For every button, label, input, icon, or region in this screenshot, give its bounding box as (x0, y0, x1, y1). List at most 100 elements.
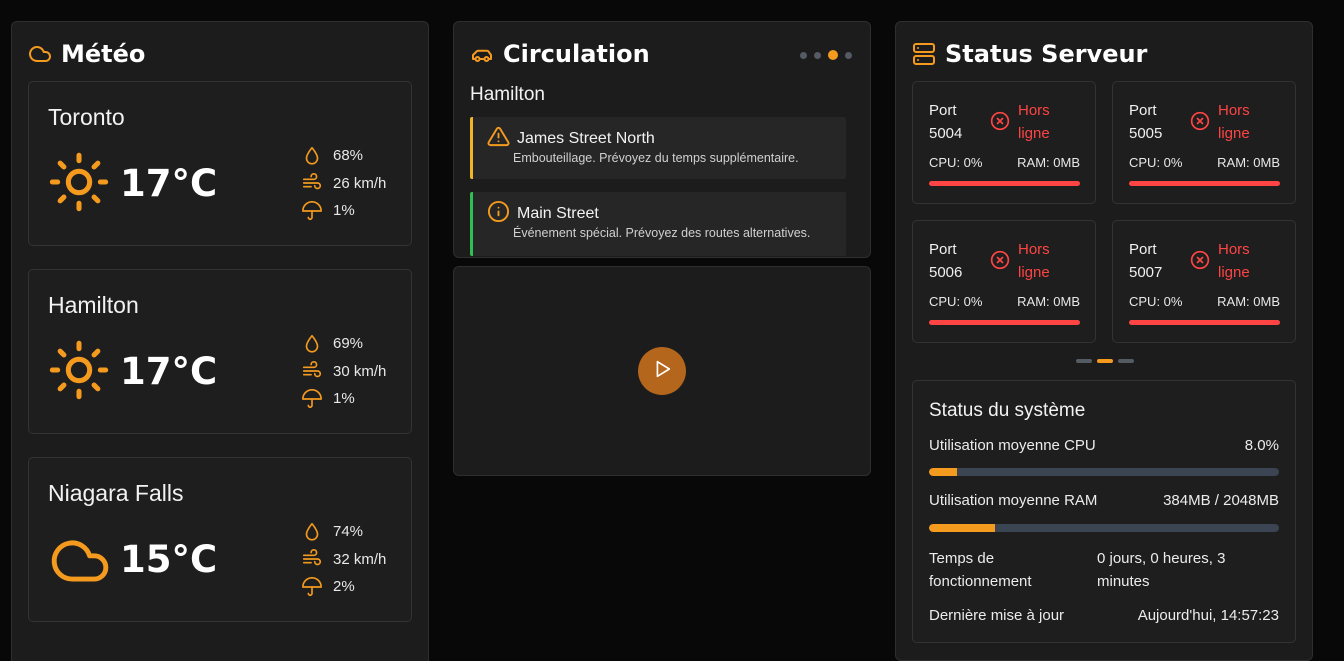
alert-description: Événement spécial. Prévoyez des routes a… (513, 226, 811, 240)
server-port: Port 5007 (1129, 238, 1179, 284)
server-card-5004[interactable]: Port 5004 Hors ligne CPU: 0% RAM: 0MB (912, 81, 1096, 204)
status-line-2: ligne (1018, 264, 1050, 281)
umbrella-icon (302, 388, 322, 408)
system-status-card: Status du système Utilisation moyenne CP… (912, 380, 1296, 643)
wind-stat: 32 km/h (301, 546, 386, 574)
precip-value: 2% (333, 578, 355, 596)
uptime-label-line-2: fonctionnement (929, 573, 1032, 590)
warning-icon (487, 125, 510, 153)
traffic-title: Circulation (470, 40, 650, 68)
wind-icon (302, 173, 322, 190)
humidity-value: 68% (333, 147, 364, 165)
wind-icon (302, 361, 322, 378)
ram-usage-label: Utilisation moyenne RAM (929, 492, 1098, 509)
server-card-5005[interactable]: Port 5005 Hors ligne CPU: 0% RAM: 0MB (1112, 81, 1296, 204)
last-update-value: Aujourd'hui, 14:57:23 (1137, 607, 1279, 624)
video-panel[interactable] (453, 266, 871, 476)
server-card-5006[interactable]: Port 5006 Hors ligne CPU: 0% RAM: 0MB (912, 220, 1096, 343)
weather-title-text: Météo (61, 40, 146, 68)
humidity-stat: 68% (301, 142, 386, 170)
cpu-usage-bar (929, 468, 1279, 476)
status-line-1: Hors (1018, 241, 1050, 258)
alert-title-text: James Street North (517, 130, 655, 147)
server-cpu: CPU: 0% (1129, 294, 1183, 309)
weather-title: Météo (28, 40, 145, 68)
sun-icon (47, 338, 111, 407)
alert-title: Main Street (487, 200, 599, 228)
carousel-dot[interactable] (800, 51, 807, 59)
port-label: Port (1129, 102, 1157, 119)
traffic-panel: Circulation Hamilton James Street North … (453, 21, 871, 258)
cpu-usage-fill (929, 468, 957, 476)
server-status: Hors ligne (990, 238, 1058, 284)
x-circle-icon (1190, 111, 1210, 131)
server-cpu: CPU: 0% (929, 155, 983, 170)
ram-usage-bar (929, 524, 1279, 532)
play-button[interactable] (638, 347, 686, 395)
server-ram: RAM: 0MB (1017, 294, 1080, 309)
x-circle-icon (1190, 250, 1210, 270)
server-title: Status Serveur (912, 40, 1147, 68)
city-name: Hamilton (48, 292, 139, 318)
alert-title-text: Main Street (517, 205, 599, 222)
wind-value: 32 km/h (333, 550, 387, 568)
traffic-alert-info[interactable]: Main Street Événement spécial. Prévoyez … (470, 192, 846, 256)
port-number: 5004 (929, 125, 963, 142)
humidity-stat: 69% (301, 330, 386, 358)
server-status-bar (929, 181, 1080, 186)
carousel-dot[interactable] (845, 51, 852, 59)
server-status-bar (929, 320, 1080, 325)
weather-stats: 74% 32 km/h 2% (301, 518, 386, 601)
status-line-2: ligne (1218, 125, 1250, 142)
server-cpu: CPU: 0% (929, 294, 983, 309)
precip-value: 1% (333, 390, 355, 408)
server-title-text: Status Serveur (945, 40, 1148, 68)
wind-stat: 26 km/h (301, 170, 386, 198)
humidity-stat: 74% (301, 518, 386, 546)
server-ram: RAM: 0MB (1017, 155, 1080, 170)
cpu-usage-label: Utilisation moyenne CPU (929, 437, 1096, 454)
info-icon (487, 200, 510, 228)
port-number: 5007 (1129, 264, 1163, 281)
server-status: Hors ligne (1190, 238, 1258, 284)
server-status-bar (1129, 320, 1280, 325)
ram-usage-fill (929, 524, 995, 532)
weather-card-hamilton[interactable]: Hamilton 17°C 69% 30 km/h 1% (28, 269, 412, 434)
precip-value: 1% (333, 202, 355, 220)
uptime-value-line-2: minutes (1097, 573, 1150, 590)
uptime-label: Temps de fonctionnement (929, 547, 1032, 593)
carousel-dots (800, 50, 852, 60)
wind-value: 30 km/h (333, 362, 387, 380)
car-icon (470, 42, 494, 66)
weather-card-niagara-falls[interactable]: Niagara Falls 15°C 74% 32 km/h 2% (28, 457, 412, 622)
wind-icon (302, 549, 322, 566)
precip-stat: 1% (301, 197, 386, 225)
carousel-dot-active[interactable] (828, 50, 838, 60)
carousel-dot[interactable] (814, 51, 821, 59)
port-number: 5005 (1129, 125, 1163, 142)
wind-value: 26 km/h (333, 174, 387, 192)
uptime-value-line-1: 0 jours, 0 heures, 3 (1097, 550, 1226, 567)
server-port: Port 5004 (929, 99, 979, 145)
server-status: Hors ligne (990, 99, 1058, 145)
weather-card-toronto[interactable]: Toronto 17°C 68% 26 km/h 1% (28, 81, 412, 246)
x-circle-icon (990, 250, 1010, 270)
traffic-alert-warning[interactable]: James Street North Embouteillage. Prévoy… (470, 117, 846, 179)
alert-description: Embouteillage. Prévoyez du temps supplém… (513, 151, 799, 165)
pager-dot[interactable] (1118, 359, 1134, 363)
uptime-value: 0 jours, 0 heures, 3 minutes (1097, 547, 1225, 593)
server-icon (912, 42, 936, 66)
temperature: 15°C (120, 538, 218, 581)
humidity-value: 74% (333, 523, 364, 541)
pager-dot[interactable] (1076, 359, 1092, 363)
cloud-icon (28, 42, 52, 66)
server-pager (1076, 359, 1134, 363)
last-update-label: Dernière mise à jour (929, 607, 1065, 624)
server-ram: RAM: 0MB (1217, 155, 1280, 170)
traffic-city: Hamilton (470, 84, 545, 105)
pager-dot-active[interactable] (1097, 359, 1113, 363)
port-label: Port (929, 102, 957, 119)
traffic-title-text: Circulation (503, 40, 650, 68)
status-line-1: Hors (1018, 102, 1050, 119)
server-card-5007[interactable]: Port 5007 Hors ligne CPU: 0% RAM: 0MB (1112, 220, 1296, 343)
